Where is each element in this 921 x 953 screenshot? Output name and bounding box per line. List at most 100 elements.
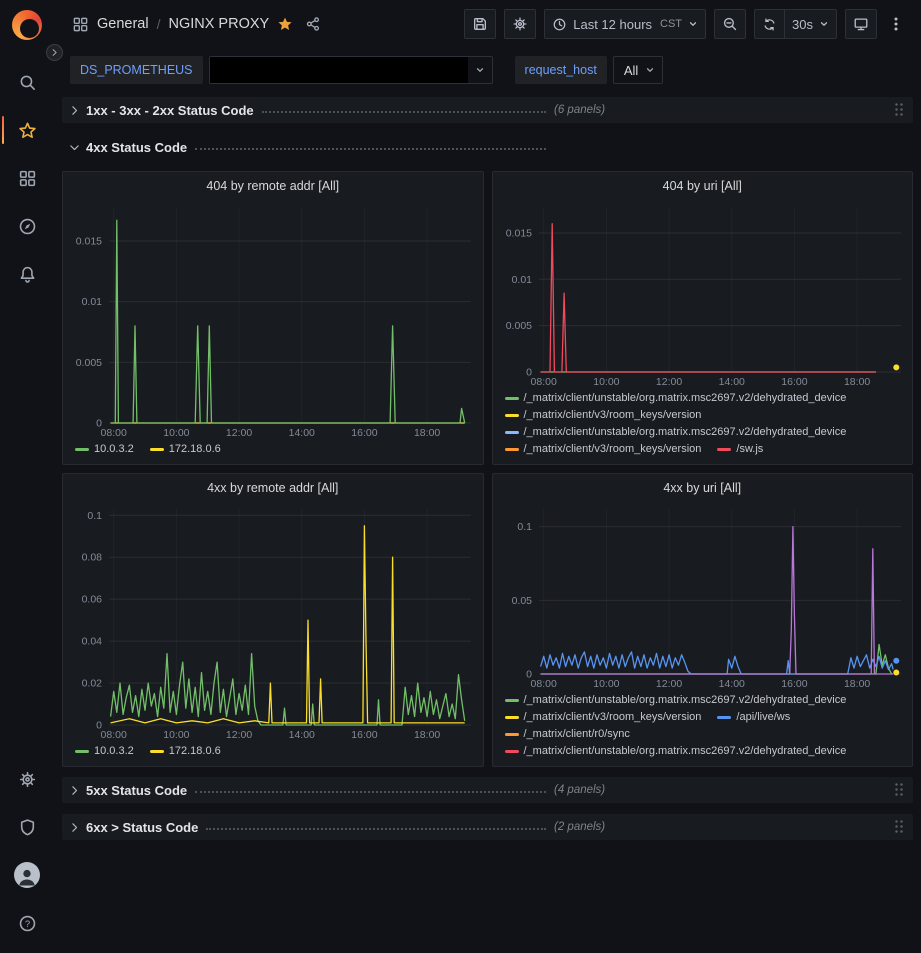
- grafana-logo[interactable]: [12, 10, 42, 40]
- more-options-button[interactable]: [885, 9, 907, 39]
- row-title: 6xx > Status Code: [86, 820, 198, 835]
- row-drag-handle[interactable]: [894, 782, 905, 798]
- chart-legend: /_matrix/client/unstable/org.matrix.msc2…: [493, 389, 913, 464]
- panel-404-by-remote-addr: 404 by remote addr [All] 00.0050.010.015…: [62, 171, 484, 465]
- x-axis-tick-label: 12:00: [655, 376, 681, 388]
- panel-title-text: 404 by uri [All]: [663, 179, 742, 193]
- x-axis-tick-label: 18:00: [843, 376, 869, 388]
- series-line: [540, 645, 891, 675]
- sidebar-item-alerting[interactable]: [0, 250, 54, 298]
- sidebar-item-dashboards[interactable]: [0, 154, 54, 202]
- legend-series-color: [505, 716, 519, 719]
- sidebar-item-configuration[interactable]: [0, 755, 54, 803]
- zoom-out-icon: [722, 16, 738, 32]
- panels-grid: 404 by remote addr [All] 00.0050.010.015…: [62, 171, 913, 767]
- legend-item[interactable]: 172.18.0.6: [150, 745, 221, 757]
- legend-item[interactable]: 172.18.0.6: [150, 443, 221, 455]
- avatar: [14, 862, 40, 888]
- legend-item[interactable]: /_matrix/client/unstable/org.matrix.msc2…: [505, 745, 847, 757]
- refresh-interval-select[interactable]: 30s: [784, 9, 837, 39]
- row-title-group: 5xx Status Code: [86, 783, 554, 798]
- legend-item[interactable]: 10.0.3.2: [75, 745, 134, 757]
- x-axis-tick-label: 12:00: [226, 729, 252, 741]
- sidebar: ?: [0, 0, 54, 953]
- favorite-star-icon[interactable]: [277, 16, 293, 32]
- legend-item[interactable]: /_matrix/client/v3/room_keys/version: [505, 443, 702, 455]
- y-axis-tick-label: 0.005: [76, 357, 102, 369]
- legend-series-color: [505, 750, 519, 753]
- legend-series-label: /sw.js: [736, 443, 763, 455]
- panel-title[interactable]: 4xx by uri [All]: [493, 474, 913, 501]
- datasource-select[interactable]: [209, 56, 493, 84]
- series-end-marker: [893, 658, 899, 664]
- legend-item[interactable]: /_matrix/client/unstable/org.matrix.msc2…: [505, 426, 847, 438]
- datasource-value-redacted: [210, 57, 468, 83]
- time-series-chart[interactable]: 00.050.108:0010:0012:0014:0016:0018:00: [493, 501, 913, 691]
- legend-item[interactable]: 10.0.3.2: [75, 443, 134, 455]
- chart-canvas[interactable]: 00.0050.010.01508:0010:0012:0014:0016:00…: [67, 199, 484, 440]
- refresh-interval-label: 30s: [792, 17, 813, 32]
- sidebar-item-server-admin[interactable]: [0, 803, 54, 851]
- breadcrumb-section[interactable]: General: [97, 16, 149, 32]
- legend-item[interactable]: /_matrix/client/unstable/org.matrix.msc2…: [505, 392, 847, 404]
- legend-series-label: /api/live/ws: [736, 711, 790, 723]
- legend-series-label: 172.18.0.6: [169, 745, 221, 757]
- legend-item[interactable]: /api/live/ws: [717, 711, 790, 723]
- chart-legend: 10.0.3.2 172.18.0.6: [63, 440, 483, 464]
- sidebar-expand-button[interactable]: [46, 44, 63, 61]
- share-icon[interactable]: [305, 16, 321, 32]
- legend-item[interactable]: /_matrix/client/r0/sync: [505, 728, 630, 740]
- request-host-select[interactable]: All: [613, 56, 663, 84]
- dashboard-settings-button[interactable]: [504, 9, 536, 39]
- y-axis-tick-label: 0.08: [82, 552, 103, 564]
- chart-canvas[interactable]: 00.050.108:0010:0012:0014:0016:0018:00: [497, 501, 914, 691]
- row-header-1xx-3xx-2xx[interactable]: 1xx - 3xx - 2xx Status Code (6 panels): [62, 97, 913, 123]
- row-drag-handle[interactable]: [894, 819, 905, 835]
- dashboards-grid-icon: [18, 169, 37, 188]
- chart-canvas[interactable]: 00.020.040.060.080.108:0010:0012:0014:00…: [67, 501, 484, 742]
- chart-canvas[interactable]: 00.0050.010.01508:0010:0012:0014:0016:00…: [497, 199, 914, 389]
- chevron-right-icon: [68, 104, 86, 117]
- time-series-chart[interactable]: 00.020.040.060.080.108:0010:0012:0014:00…: [63, 501, 483, 742]
- time-series-chart[interactable]: 00.0050.010.01508:0010:0012:0014:0016:00…: [63, 199, 483, 440]
- panel-4xx-by-remote-addr: 4xx by remote addr [All] 00.020.040.060.…: [62, 473, 484, 767]
- zoom-out-button[interactable]: [714, 9, 746, 39]
- legend-item[interactable]: /_matrix/client/v3/room_keys/version: [505, 711, 702, 723]
- time-range-picker[interactable]: Last 12 hours CST: [544, 9, 706, 39]
- x-axis-tick-label: 18:00: [414, 427, 440, 439]
- dashboards-grid-icon: [72, 16, 89, 33]
- panel-title[interactable]: 404 by uri [All]: [493, 172, 913, 199]
- row-header-5xx[interactable]: 5xx Status Code (4 panels): [62, 777, 913, 803]
- panel-title-text: 404 by remote addr [All]: [206, 179, 339, 193]
- tv-mode-button[interactable]: [845, 9, 877, 39]
- dashboard-toolbar: Last 12 hours CST 30s: [464, 9, 907, 39]
- x-axis-tick-label: 18:00: [843, 678, 869, 690]
- time-range-label: Last 12 hours: [573, 17, 652, 32]
- y-axis-tick-label: 0.005: [505, 320, 531, 332]
- save-dashboard-button[interactable]: [464, 9, 496, 39]
- refresh-button[interactable]: [754, 9, 784, 39]
- y-axis-tick-label: 0.015: [76, 235, 102, 247]
- panel-title[interactable]: 4xx by remote addr [All]: [63, 474, 483, 501]
- x-axis-tick-label: 10:00: [593, 678, 619, 690]
- legend-item[interactable]: /_matrix/client/v3/room_keys/version: [505, 409, 702, 421]
- y-axis-tick-label: 0.1: [87, 510, 102, 522]
- row-header-4xx[interactable]: 4xx Status Code: [62, 134, 913, 160]
- time-series-chart[interactable]: 00.0050.010.01508:0010:0012:0014:0016:00…: [493, 199, 913, 389]
- x-axis-tick-label: 08:00: [530, 376, 556, 388]
- panel-title[interactable]: 404 by remote addr [All]: [63, 172, 483, 199]
- row-header-6xx[interactable]: 6xx > Status Code (2 panels): [62, 814, 913, 840]
- sidebar-item-search[interactable]: [0, 58, 54, 106]
- sidebar-top-nav: [0, 58, 54, 298]
- chevron-right-icon: [50, 48, 59, 57]
- sidebar-item-explore[interactable]: [0, 202, 54, 250]
- row-drag-handle[interactable]: [894, 102, 905, 118]
- series-line: [111, 220, 465, 423]
- breadcrumb-dashboard-title: NGINX PROXY: [168, 16, 269, 32]
- legend-item[interactable]: /_matrix/client/unstable/org.matrix.msc2…: [505, 694, 847, 706]
- sidebar-item-starred[interactable]: [0, 106, 54, 154]
- legend-series-label: /_matrix/client/unstable/org.matrix.msc2…: [524, 694, 847, 706]
- legend-item[interactable]: /sw.js: [717, 443, 763, 455]
- sidebar-item-profile[interactable]: [0, 851, 54, 899]
- sidebar-item-help[interactable]: ?: [0, 899, 54, 947]
